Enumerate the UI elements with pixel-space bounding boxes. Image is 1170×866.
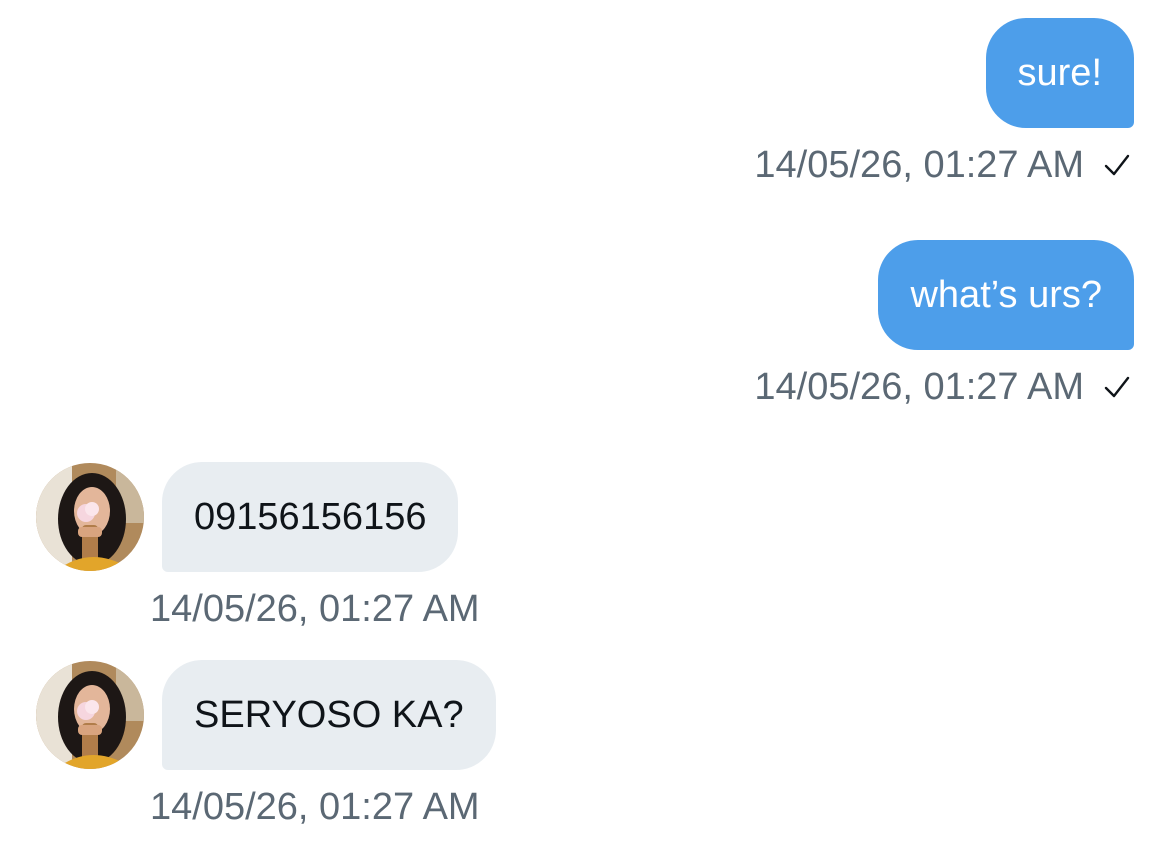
message-incoming: SERYOSO KA? 14/05/26, 01:27 AM: [36, 660, 496, 830]
message-meta: 14/05/26, 01:27 AM: [754, 142, 1132, 188]
message-meta: 14/05/26, 01:27 AM: [754, 364, 1132, 410]
message-meta: 14/05/26, 01:27 AM: [150, 586, 480, 632]
message-bubble-outgoing[interactable]: what’s urs?: [878, 240, 1134, 350]
message-bubble-outgoing[interactable]: sure!: [985, 18, 1134, 128]
message-outgoing: sure! 14/05/26, 01:27 AM: [754, 18, 1134, 188]
user-avatar[interactable]: [36, 661, 144, 769]
message-timestamp: 14/05/26, 01:27 AM: [754, 144, 1084, 186]
message-timestamp: 14/05/26, 01:27 AM: [150, 786, 480, 828]
message-incoming: 09156156156 14/05/26, 01:27 AM: [36, 462, 480, 632]
message-timestamp: 14/05/26, 01:27 AM: [754, 366, 1084, 408]
user-avatar[interactable]: [36, 463, 144, 571]
message-bubble-incoming[interactable]: SERYOSO KA?: [162, 660, 496, 770]
message-bubble-incoming[interactable]: 09156156156: [162, 462, 459, 572]
message-thread: sure! 14/05/26, 01:27 AM what’s urs? 14/…: [0, 0, 1170, 866]
checkmark-icon: [1104, 154, 1130, 176]
message-outgoing: what’s urs? 14/05/26, 01:27 AM: [754, 240, 1134, 410]
message-meta: 14/05/26, 01:27 AM: [150, 784, 496, 830]
checkmark-icon: [1104, 376, 1130, 398]
message-timestamp: 14/05/26, 01:27 AM: [150, 588, 480, 630]
